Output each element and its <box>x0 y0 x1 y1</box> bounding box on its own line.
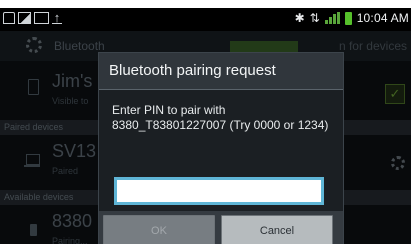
mail-icon <box>34 12 49 24</box>
cancel-button[interactable]: Cancel <box>221 215 333 244</box>
system-tray: ✱ ⇅ 10:04 AM <box>295 11 409 25</box>
upload-icon: ↑ <box>52 10 62 25</box>
pin-input[interactable] <box>114 177 324 205</box>
dialog-button-bar: OK Cancel <box>99 211 343 244</box>
dialog-message: Enter PIN to pair with 8380_T83801227007… <box>112 103 329 132</box>
wifi-icon: ⇅ <box>309 11 320 25</box>
notification-icons: ↑ <box>3 10 62 25</box>
signal-icon <box>324 12 340 24</box>
pairing-dialog: Bluetooth pairing request Enter PIN to p… <box>98 52 344 244</box>
home-icon <box>3 12 15 24</box>
battery-icon <box>344 11 352 25</box>
image-icon <box>18 12 31 24</box>
phone-screen: ↑ ✱ ⇅ 10:04 AM Bluetooth n for devices J… <box>0 8 411 244</box>
ok-button[interactable]: OK <box>103 215 215 244</box>
dialog-title: Bluetooth pairing request <box>99 53 343 89</box>
dialog-body: Enter PIN to pair with 8380_T83801227007… <box>99 90 343 211</box>
bluetooth-icon: ✱ <box>294 11 305 25</box>
status-bar: ↑ ✱ ⇅ 10:04 AM <box>0 8 411 31</box>
clock: 10:04 AM <box>356 11 409 25</box>
